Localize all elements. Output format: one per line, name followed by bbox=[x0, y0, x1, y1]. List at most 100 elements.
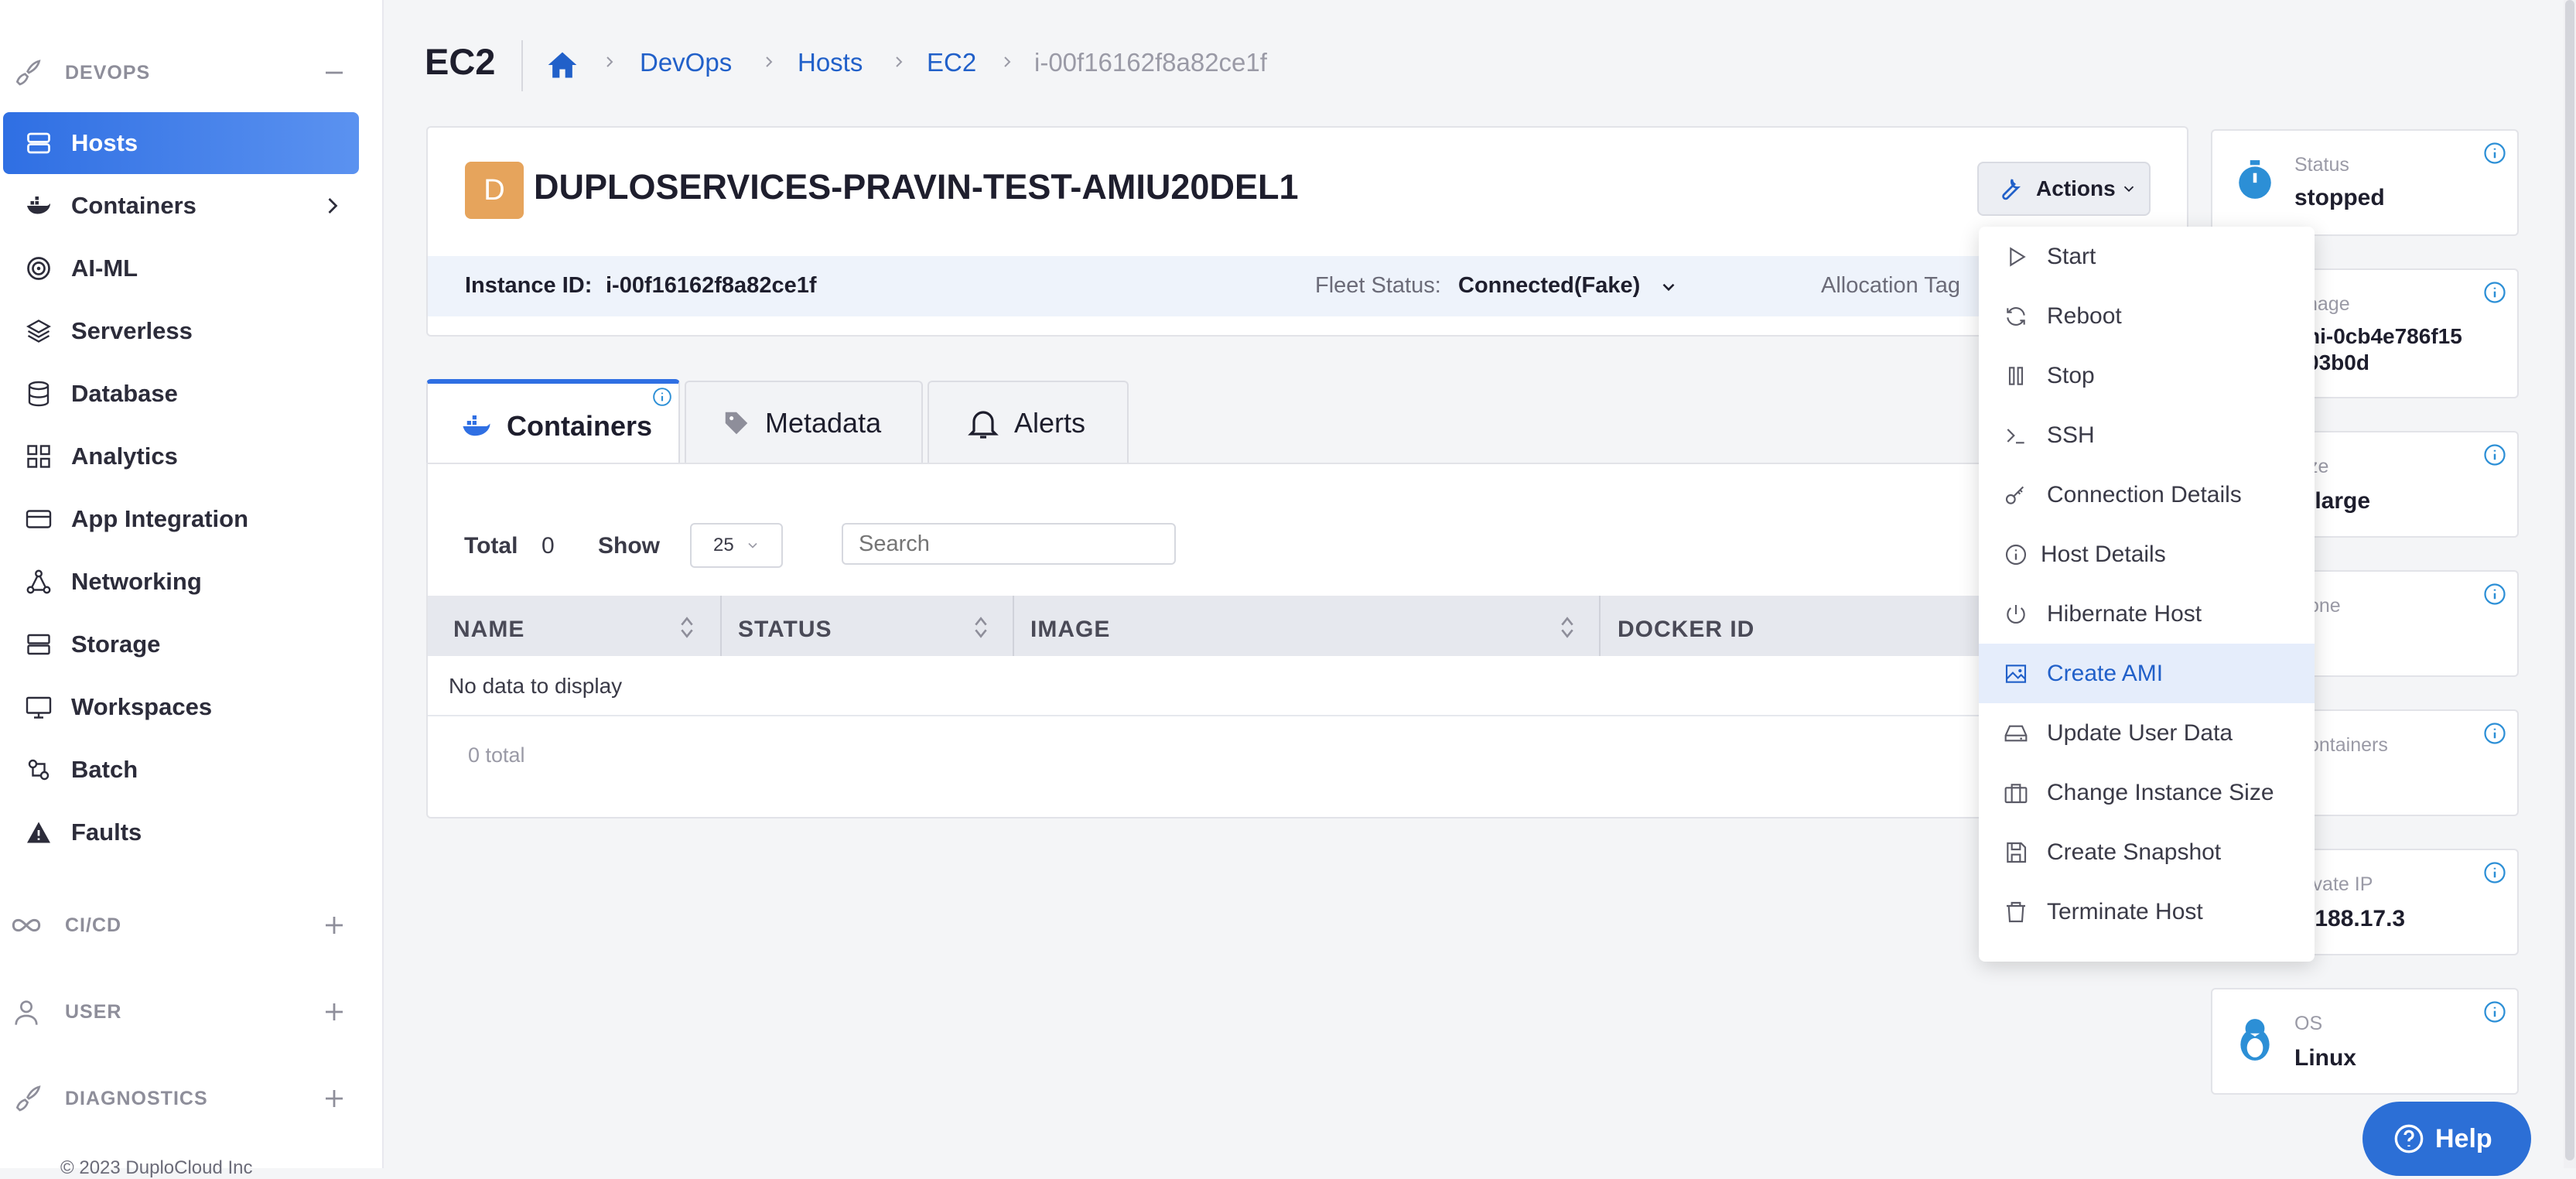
sidebar-item-workspaces[interactable]: Workspaces bbox=[3, 676, 359, 738]
rocket-icon bbox=[15, 1085, 41, 1112]
menu-item-label: Update User Data bbox=[2047, 719, 2233, 746]
database-icon bbox=[28, 381, 50, 407]
tab-label: Metadata bbox=[765, 407, 882, 439]
tab-containers[interactable]: Containers bbox=[426, 379, 680, 469]
sidebar-item-hosts[interactable]: Hosts bbox=[3, 112, 359, 174]
expand-icon[interactable] bbox=[317, 908, 351, 942]
sidebar-item-label: Containers bbox=[71, 192, 196, 219]
menu-item-connection-details[interactable]: Connection Details bbox=[1979, 465, 2315, 525]
menu-item-label: Reboot bbox=[2047, 302, 2122, 329]
info-card-label: ontainers bbox=[2308, 734, 2388, 756]
column-header-status[interactable]: STATUS bbox=[738, 617, 832, 643]
breadcrumb-devops[interactable]: DevOps bbox=[640, 48, 732, 77]
sidebar-item-storage[interactable]: Storage bbox=[3, 613, 359, 675]
menu-item-start[interactable]: Start bbox=[1979, 227, 2315, 286]
actions-button[interactable]: Actions bbox=[1977, 162, 2151, 216]
menu-item-stop[interactable]: Stop bbox=[1979, 346, 2315, 405]
empty-state-text: No data to display bbox=[449, 674, 623, 698]
menu-item-terminate-host[interactable]: Terminate Host bbox=[1979, 882, 2315, 941]
sort-icon[interactable] bbox=[679, 614, 695, 641]
menu-item-update-user-data[interactable]: Update User Data bbox=[1979, 703, 2315, 763]
chevron-right-icon bbox=[896, 56, 903, 67]
sidebar-item-label: Workspaces bbox=[71, 693, 213, 720]
sidebar-item-label: Storage bbox=[71, 631, 161, 658]
sidebar-item-batch[interactable]: Batch bbox=[3, 739, 359, 801]
sidebar-item-serverless[interactable]: Serverless bbox=[3, 300, 359, 362]
total-value: 0 bbox=[542, 533, 555, 559]
help-button[interactable]: Help bbox=[2362, 1102, 2531, 1176]
tab-metadata[interactable]: Metadata bbox=[685, 381, 923, 464]
sidebar-item-networking[interactable]: Networking bbox=[3, 551, 359, 613]
menu-item-ssh[interactable]: SSH bbox=[1979, 405, 2315, 465]
tab-label: Alerts bbox=[1014, 407, 1086, 439]
actions-label: Actions bbox=[2036, 176, 2116, 200]
page-size-select[interactable]: 25 bbox=[690, 523, 783, 568]
column-header-image[interactable]: IMAGE bbox=[1030, 617, 1110, 643]
sort-icon[interactable] bbox=[1560, 614, 1575, 641]
section-label: CI/CD bbox=[65, 914, 122, 936]
menu-item-change-instance-size[interactable]: Change Instance Size bbox=[1979, 763, 2315, 822]
sidebar-footer: © 2023 DuploCloud Inc bbox=[60, 1157, 253, 1178]
info-icon[interactable] bbox=[2483, 281, 2506, 304]
home-icon[interactable] bbox=[545, 48, 579, 82]
sidebar-item-faults[interactable]: Faults bbox=[3, 801, 359, 863]
scrollbar-thumb[interactable] bbox=[2565, 0, 2574, 1160]
section-devops[interactable]: DEVOPS bbox=[11, 56, 351, 90]
tab-alerts[interactable]: Alerts bbox=[928, 381, 1129, 464]
section-diagnostics[interactable]: DIAGNOSTICS bbox=[11, 1082, 351, 1116]
sidebar-item-label: Analytics bbox=[71, 443, 178, 470]
sidebar-item-app-integration[interactable]: App Integration bbox=[3, 488, 359, 550]
info-icon[interactable] bbox=[2483, 142, 2506, 165]
column-divider bbox=[1013, 596, 1014, 656]
expand-icon[interactable] bbox=[317, 995, 351, 1029]
batch-icon bbox=[28, 759, 50, 781]
sidebar-item-ai-ml[interactable]: AI-ML bbox=[3, 238, 359, 299]
help-label: Help bbox=[2435, 1123, 2492, 1153]
sidebar-item-analytics[interactable]: Analytics bbox=[3, 425, 359, 487]
breadcrumb-current: i-00f16162f8a82ce1f bbox=[1034, 48, 1267, 77]
breadcrumb-ec2[interactable]: EC2 bbox=[927, 48, 976, 77]
search-input[interactable] bbox=[842, 523, 1176, 565]
chevron-right-icon[interactable] bbox=[319, 192, 347, 220]
info-icon[interactable] bbox=[2483, 583, 2506, 606]
target-icon bbox=[27, 257, 50, 280]
column-header-docker-id[interactable]: DOCKER ID bbox=[1618, 617, 1754, 643]
menu-item-reboot[interactable]: Reboot bbox=[1979, 286, 2315, 346]
stopwatch-icon bbox=[2239, 160, 2271, 199]
docker-icon bbox=[27, 196, 50, 214]
info-icon[interactable] bbox=[2483, 722, 2506, 745]
expand-icon[interactable] bbox=[317, 1082, 351, 1116]
chevron-right-icon bbox=[606, 56, 613, 67]
sidebar: DEVOPS Hosts Containers AI-ML Serverless… bbox=[0, 0, 384, 1178]
menu-item-create-ami[interactable]: Create AMI bbox=[1979, 644, 2315, 703]
menu-item-label: Connection Details bbox=[2047, 481, 2242, 507]
info-icon[interactable] bbox=[2483, 861, 2506, 884]
sidebar-item-database[interactable]: Database bbox=[3, 363, 359, 425]
briefcase-icon bbox=[2004, 783, 2028, 803]
menu-item-create-snapshot[interactable]: Create Snapshot bbox=[1979, 822, 2315, 882]
sort-icon[interactable] bbox=[973, 614, 989, 641]
info-icon[interactable] bbox=[2483, 1000, 2506, 1024]
collapse-icon[interactable] bbox=[317, 56, 351, 90]
menu-item-label: Host Details bbox=[2041, 541, 2166, 567]
instance-id-label: Instance ID: bbox=[465, 273, 593, 298]
menu-item-hibernate-host[interactable]: Hibernate Host bbox=[1979, 584, 2315, 644]
chevron-down-icon[interactable] bbox=[1659, 277, 1679, 297]
info-card-value: .188.17.3 bbox=[2308, 906, 2406, 931]
info-icon[interactable] bbox=[2483, 443, 2506, 466]
chevron-right-icon bbox=[766, 56, 773, 67]
info-icon[interactable] bbox=[652, 387, 672, 407]
column-header-name[interactable]: NAME bbox=[453, 617, 524, 643]
section-user[interactable]: USER bbox=[11, 995, 351, 1029]
page-size-value: 25 bbox=[713, 535, 734, 555]
menu-item-host-details[interactable]: Host Details bbox=[1979, 525, 2315, 584]
sidebar-item-containers[interactable]: Containers bbox=[3, 175, 359, 237]
breadcrumb-hosts[interactable]: Hosts bbox=[798, 48, 863, 77]
chevron-down-icon bbox=[748, 542, 757, 548]
menu-item-label: Create Snapshot bbox=[2047, 839, 2222, 865]
section-cicd[interactable]: CI/CD bbox=[11, 908, 351, 942]
info-card-value: .large bbox=[2308, 488, 2371, 514]
sidebar-item-label: Batch bbox=[71, 756, 138, 783]
fleet-status-value[interactable]: Connected(Fake) bbox=[1458, 273, 1640, 299]
wrench-icon bbox=[2002, 179, 2021, 200]
